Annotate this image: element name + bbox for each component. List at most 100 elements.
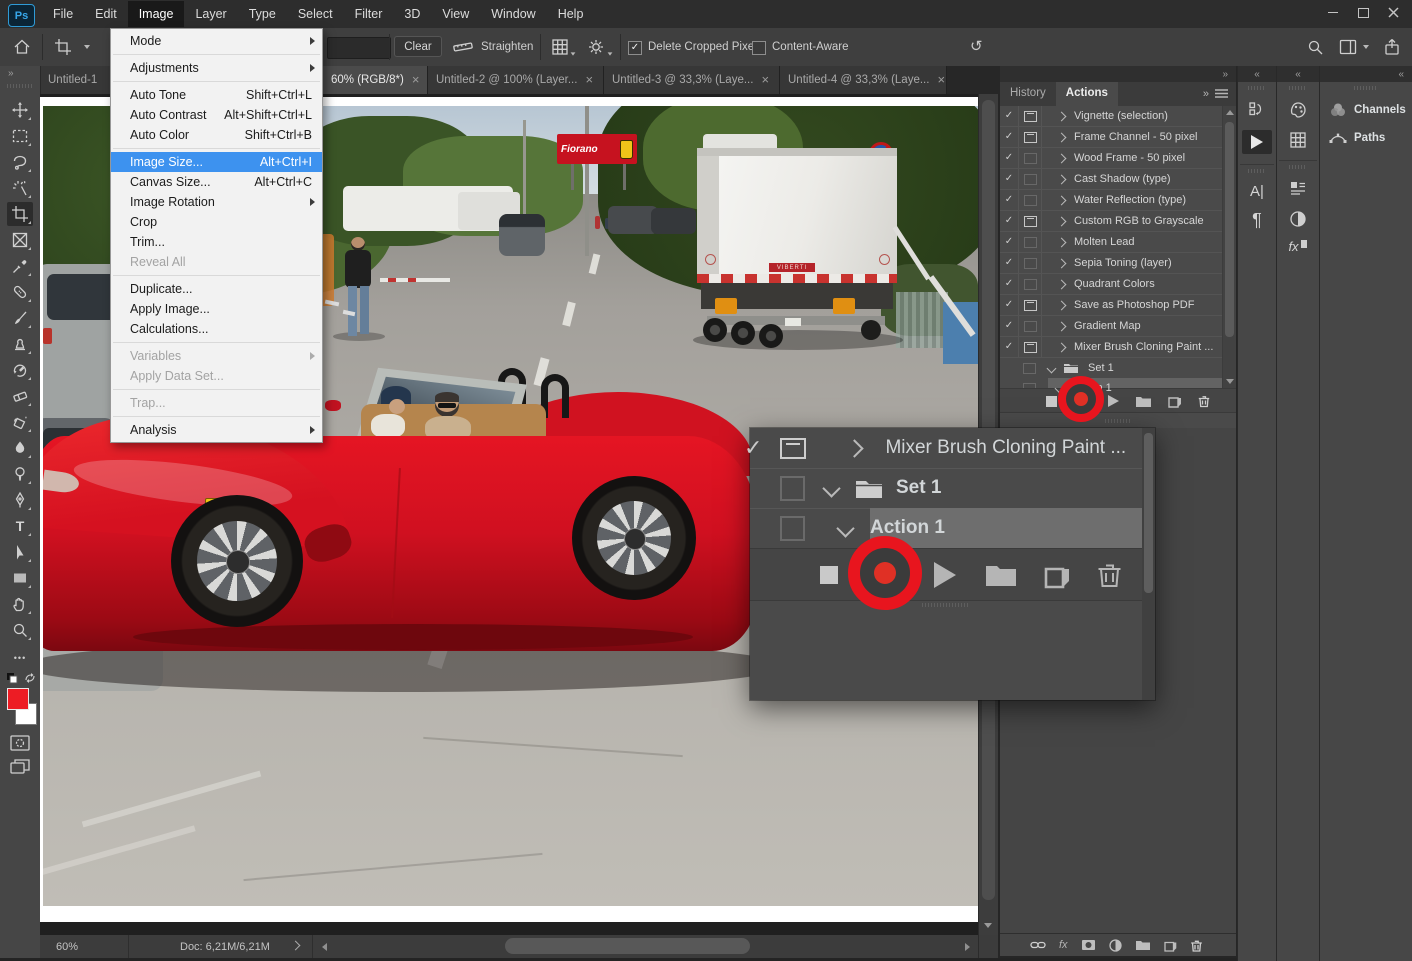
menu-item-auto-color[interactable]: Auto ColorShift+Ctrl+B	[111, 125, 322, 145]
layer-mask-icon[interactable]	[1081, 939, 1096, 951]
toggle-dialog-icon[interactable]	[1019, 295, 1042, 315]
chevron-right-icon[interactable]	[1057, 300, 1067, 310]
panel-menu-icon[interactable]	[1215, 89, 1228, 99]
close-tab-icon[interactable]: ×	[937, 75, 945, 85]
tab-actions[interactable]: Actions	[1056, 82, 1118, 106]
collapse-panels-icon[interactable]: «	[1238, 66, 1276, 82]
toggle-dialog-icon[interactable]	[1019, 211, 1042, 231]
action-set-row[interactable]: Set 1	[1000, 358, 1222, 378]
rectangle-tool[interactable]	[7, 566, 33, 590]
straighten-icon[interactable]	[452, 38, 474, 56]
new-action-button[interactable]	[1168, 394, 1182, 408]
action-row[interactable]: ✓Water Reflection (type)	[1000, 190, 1222, 211]
menu-item-auto-tone[interactable]: Auto ToneShift+Ctrl+L	[111, 85, 322, 105]
action-row[interactable]: ✓Save as Photoshop PDF	[1000, 295, 1222, 316]
minimize-button[interactable]	[1318, 2, 1348, 23]
zoom-tool[interactable]	[7, 618, 33, 642]
menu-item-image-rotation[interactable]: Image Rotation	[111, 192, 322, 212]
libraries-panel-icon[interactable]	[1277, 179, 1319, 199]
crop-ratio-input[interactable]	[327, 37, 391, 59]
menu-layer[interactable]: Layer	[184, 1, 237, 27]
lasso-tool[interactable]	[7, 150, 33, 174]
close-button[interactable]	[1378, 2, 1408, 23]
crop-tool[interactable]	[7, 202, 33, 226]
menu-item-image-size[interactable]: Image Size...Alt+Ctrl+I	[111, 152, 322, 172]
crop-tool-preset-icon[interactable]	[54, 38, 72, 56]
workspace-icon[interactable]	[1338, 38, 1358, 56]
crop-overlay-grid-icon[interactable]	[550, 37, 570, 57]
play-button[interactable]	[1108, 395, 1119, 407]
toggle-dialog-icon[interactable]	[1019, 106, 1042, 126]
hand-tool[interactable]	[7, 592, 33, 616]
actions-scrollbar[interactable]	[1222, 106, 1236, 388]
new-group-icon[interactable]	[1135, 939, 1151, 951]
collapse-panels-icon[interactable]: «	[1320, 66, 1412, 82]
toggle-dialog-icon[interactable]	[1019, 148, 1042, 168]
chevron-down-icon[interactable]	[1047, 363, 1057, 373]
content-aware-label[interactable]: Content-Aware	[772, 41, 849, 53]
menu-edit[interactable]: Edit	[84, 1, 128, 27]
toolbar-collapse-icon[interactable]: »	[8, 68, 14, 79]
swap-colors-icon[interactable]	[24, 672, 36, 684]
search-icon[interactable]	[1306, 38, 1324, 56]
quick-selection-tool[interactable]	[7, 176, 33, 200]
menu-item-canvas-size[interactable]: Canvas Size...Alt+Ctrl+C	[111, 172, 322, 192]
scroll-right-icon[interactable]	[965, 943, 970, 951]
new-layer-icon[interactable]	[1164, 939, 1177, 952]
menu-item-analysis[interactable]: Analysis	[111, 420, 322, 440]
eraser-tool[interactable]	[7, 384, 33, 408]
history-brush-tool[interactable]	[7, 358, 33, 382]
menu-item-crop[interactable]: Crop	[111, 212, 322, 232]
menu-item-auto-contrast[interactable]: Auto ContrastAlt+Shift+Ctrl+L	[111, 105, 322, 125]
spot-healing-brush-tool[interactable]	[7, 280, 33, 304]
menu-item-duplicate[interactable]: Duplicate...	[111, 279, 322, 299]
toggle-item-check[interactable]: ✓	[1000, 337, 1019, 357]
menu-item-adjustments[interactable]: Adjustments	[111, 58, 322, 78]
rectangular-marquee-tool[interactable]	[7, 124, 33, 148]
scroll-left-icon[interactable]	[322, 943, 327, 951]
dodge-tool[interactable]	[7, 462, 33, 486]
toggle-item-check[interactable]: ✓	[1000, 148, 1019, 168]
toggle-dialog-icon[interactable]	[1019, 316, 1042, 336]
scroll-down-icon[interactable]	[1226, 379, 1234, 384]
collapse-panels-icon[interactable]: «	[1277, 66, 1319, 82]
chevron-right-icon[interactable]	[1057, 279, 1067, 289]
menu-view[interactable]: View	[431, 1, 480, 27]
menu-select[interactable]: Select	[287, 1, 344, 27]
eyedropper-tool[interactable]	[7, 254, 33, 278]
adjustment-layer-icon[interactable]	[1109, 939, 1122, 952]
menu-window[interactable]: Window	[480, 1, 546, 27]
tab-untitled-3[interactable]: Untitled-3 @ 33,3% (Laye... ×	[604, 66, 780, 94]
tab-active-document[interactable]: 60% (RGB/8*) ×	[323, 66, 428, 94]
toggle-dialog-icon[interactable]	[1019, 169, 1042, 189]
close-tab-icon[interactable]: ×	[585, 75, 593, 85]
menu-filter[interactable]: Filter	[344, 1, 394, 27]
action-row[interactable]: ✓Custom RGB to Grayscale	[1000, 211, 1222, 232]
path-selection-tool[interactable]	[7, 540, 33, 564]
grid-chevron-icon[interactable]	[570, 52, 576, 56]
crop-settings-gear-icon[interactable]	[586, 37, 606, 57]
toggle-item-check[interactable]: ✓	[1000, 253, 1019, 273]
horizontal-scrollbar-thumb[interactable]	[505, 938, 750, 954]
toggle-dialog-icon[interactable]	[1019, 190, 1042, 210]
close-tab-icon[interactable]: ×	[761, 75, 769, 85]
chevron-right-icon[interactable]	[1057, 258, 1067, 268]
straighten-label[interactable]: Straighten	[481, 41, 533, 53]
clear-button[interactable]: Clear	[394, 36, 442, 57]
foreground-color-swatch[interactable]	[7, 688, 29, 710]
clone-stamp-tool[interactable]	[7, 332, 33, 356]
action-row[interactable]: ✓Molten Lead	[1000, 232, 1222, 253]
history-panel-icon[interactable]	[1238, 100, 1276, 120]
delete-button[interactable]	[1197, 394, 1211, 408]
toggle-item-check[interactable]: ✓	[1000, 295, 1019, 315]
toggle-dialog-icon[interactable]	[1019, 274, 1042, 294]
swatches-panel-icon[interactable]	[1277, 130, 1319, 150]
screen-mode-icon[interactable]	[9, 758, 31, 776]
link-layers-icon[interactable]	[1030, 940, 1046, 950]
brush-tool[interactable]	[7, 306, 33, 330]
share-icon[interactable]	[1382, 37, 1402, 57]
chevron-right-icon[interactable]	[1057, 237, 1067, 247]
type-tool[interactable]: T	[7, 514, 33, 538]
action-row[interactable]: ✓Cast Shadow (type)	[1000, 169, 1222, 190]
panel-collapse-icon[interactable]: »	[1222, 69, 1228, 80]
